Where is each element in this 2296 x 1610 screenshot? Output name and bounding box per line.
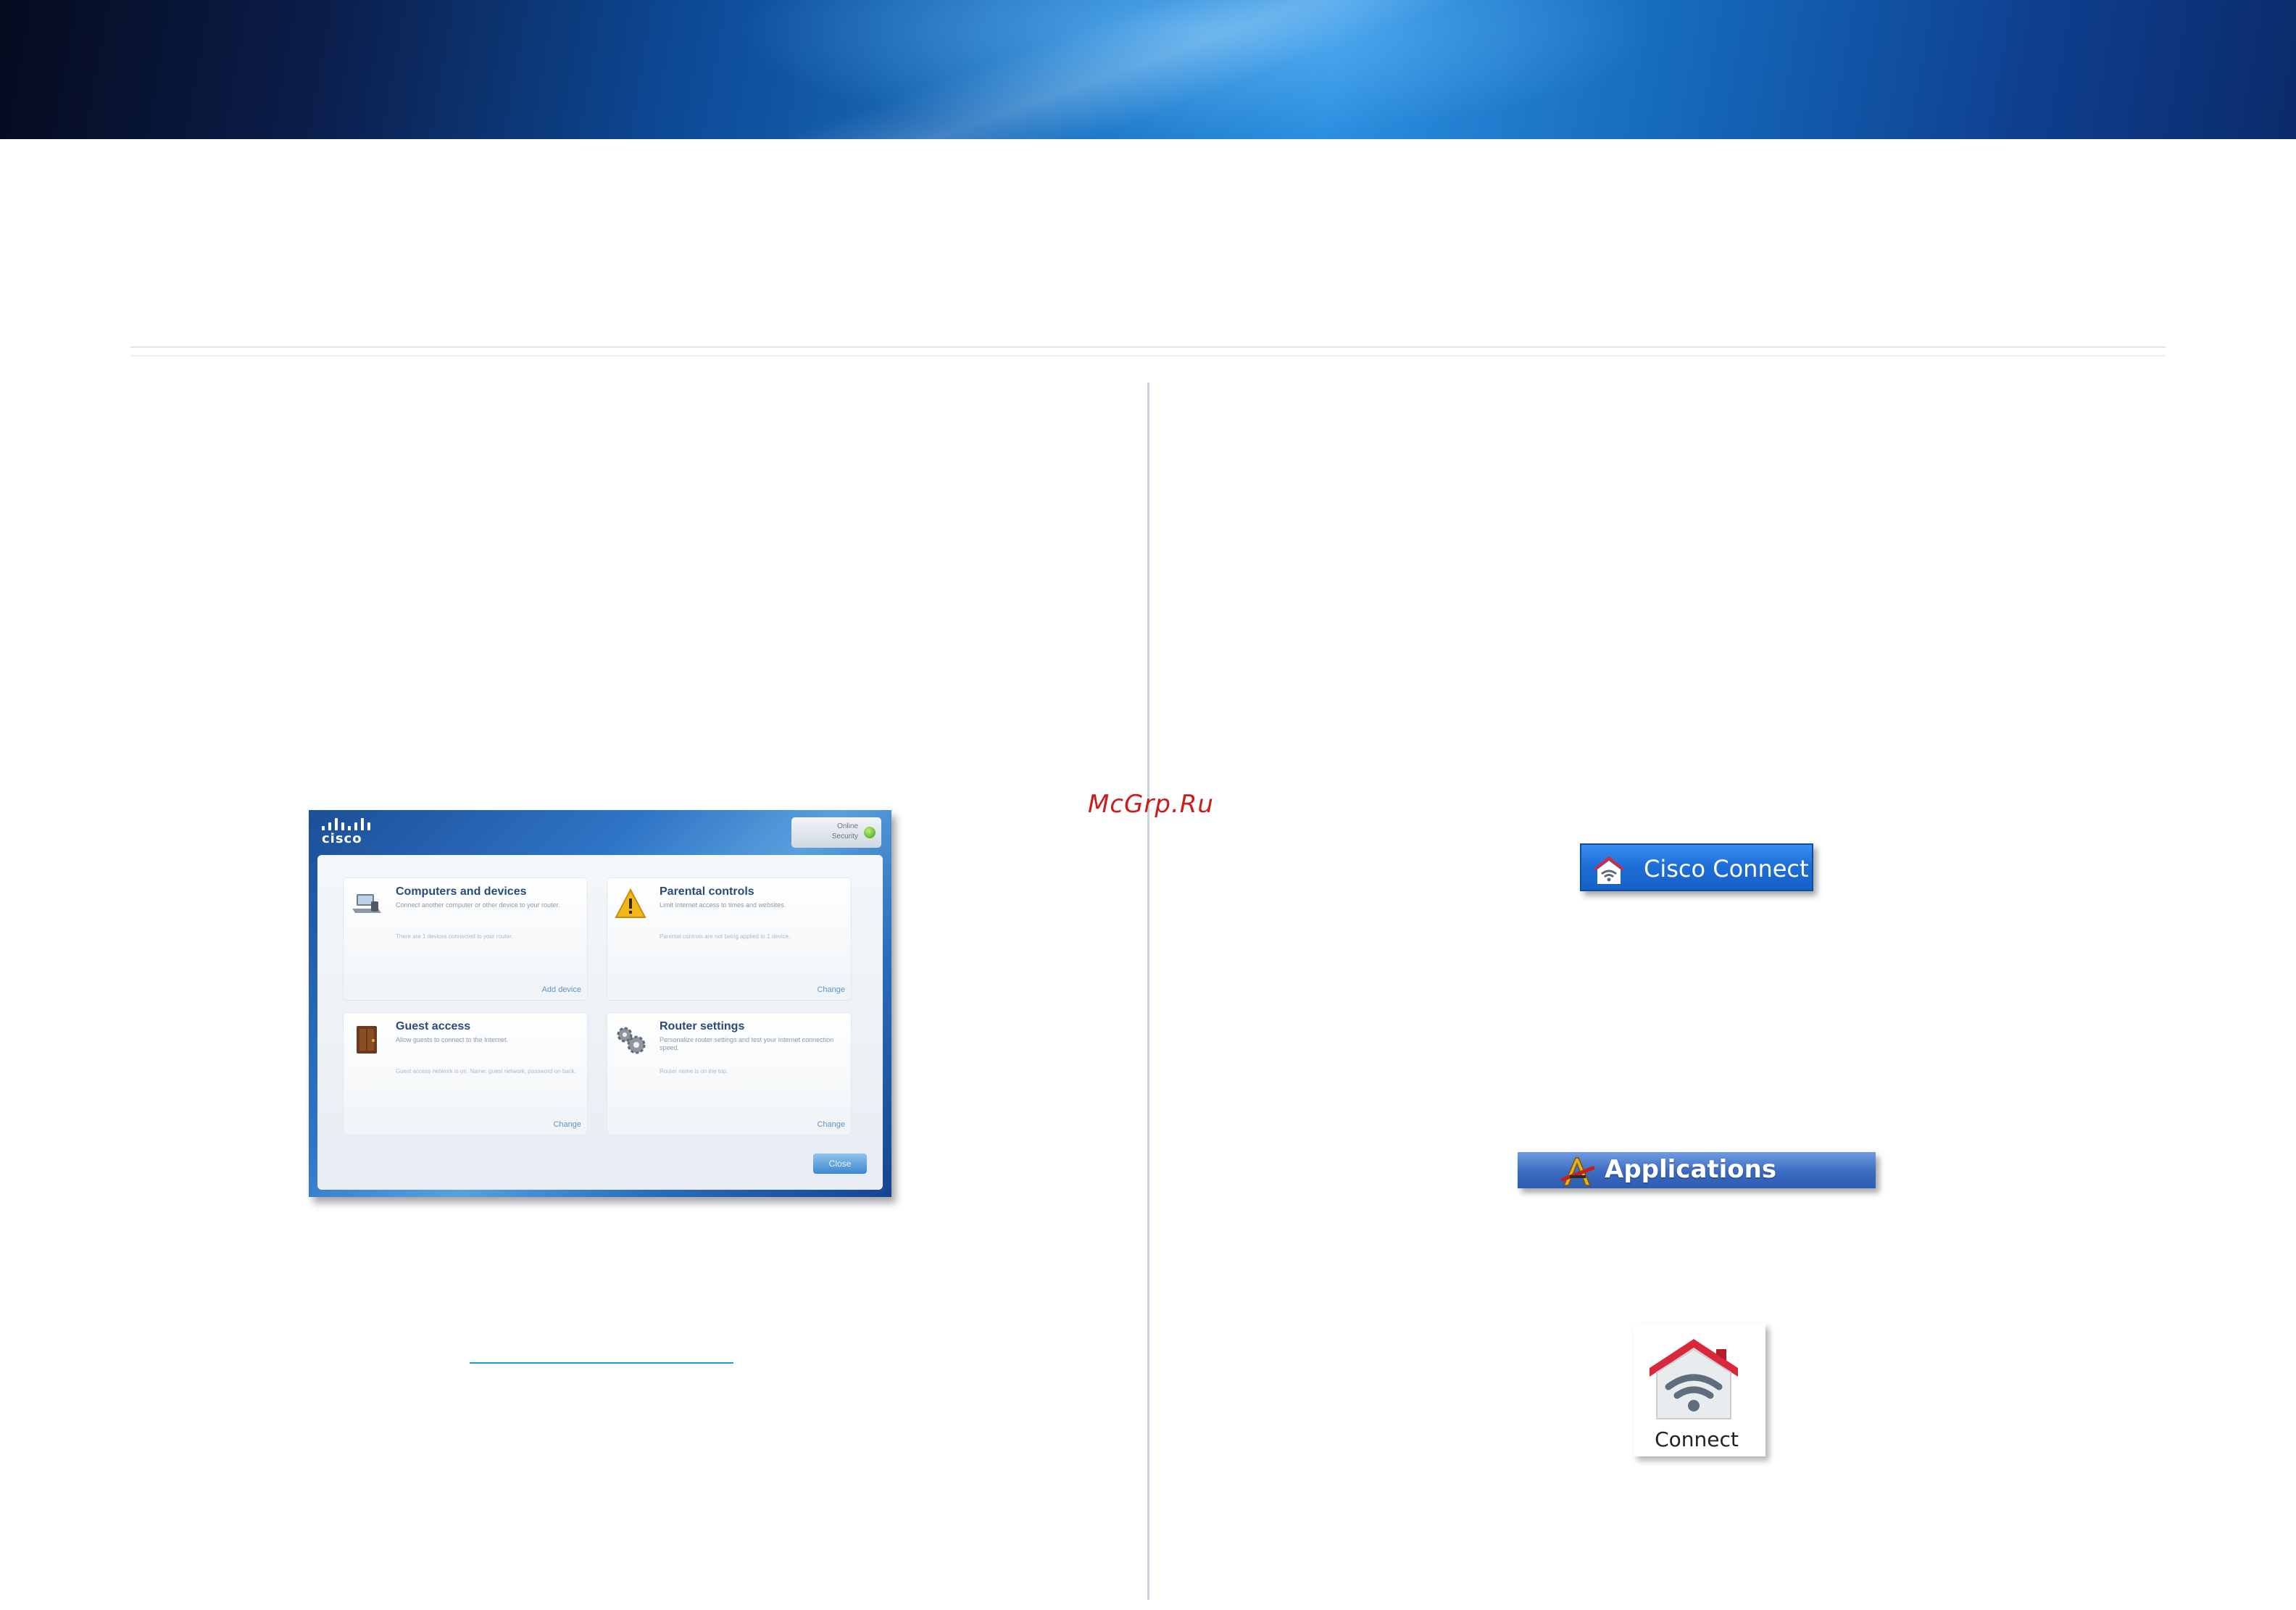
tile-status: Guest access network is on. Name: guest … [396,1068,577,1075]
status-text: Online Security [799,822,858,842]
guest-access-change-link[interactable]: Change [553,1120,581,1129]
tile-title: Computers and devices [396,885,527,898]
tile-guest-access[interactable]: Guest access Allow guests to connect to … [344,1013,587,1135]
tile-title: Router settings [660,1020,745,1033]
status-ok-icon [864,827,875,838]
tile-status: Router name is on the top. [660,1068,728,1075]
applications-folder-icon [1560,1157,1595,1186]
gears-icon [617,1027,646,1054]
add-device-link[interactable]: Add device [542,985,581,994]
tile-description: Allow guests to connect to the Internet. [396,1036,509,1043]
applications-folder-bar[interactable]: Applications [1518,1152,1876,1188]
cisco-connect-window-screenshot: cisco Online Security Computers and devi… [309,810,891,1197]
tile-description: Limit Internet access to times and websi… [660,901,786,909]
cisco-logo-bars-icon [322,817,373,830]
status-line-online: Online [837,822,858,830]
cisco-connect-label: Cisco Connect [1644,855,1809,883]
tile-description: Personalize router settings and test you… [660,1036,834,1051]
home-wifi-icon [1650,1339,1738,1419]
router-settings-change-link[interactable]: Change [817,1120,845,1129]
tile-title: Guest access [396,1020,471,1033]
app-window-header: cisco Online Security [309,810,891,852]
laptop-icon [352,894,381,913]
parental-controls-change-link[interactable]: Change [817,985,845,994]
tile-status: There are 1 devices connected to your ro… [396,933,513,940]
header-banner [0,0,2296,139]
tile-description: Connect another computer or other device… [396,901,560,909]
connect-app-icon[interactable]: Connect [1634,1323,1765,1456]
header-rule [130,346,2166,348]
guest-door-icon [357,1026,377,1054]
status-line-security: Security [831,833,858,841]
hyperlink-underline[interactable] [470,1362,733,1364]
app-window-body: Computers and devices Connect another co… [317,855,883,1190]
cisco-connect-button[interactable]: Cisco Connect [1580,843,1813,891]
cisco-logo-word: cisco [322,831,362,846]
connect-app-label: Connect [1655,1427,1739,1451]
header-rule-secondary [130,355,2166,356]
banner-highlight [797,0,1449,139]
column-divider [1147,383,1149,1600]
home-wifi-icon [1594,856,1623,884]
tile-title: Parental controls [660,885,754,898]
close-button[interactable]: Close [813,1154,867,1174]
tile-parental-controls[interactable]: Parental controls Limit Internet access … [607,878,851,1000]
applications-label: Applications [1605,1155,1777,1184]
cisco-logo: cisco [322,817,380,846]
tile-computers-and-devices[interactable]: Computers and devices Connect another co… [344,878,587,1000]
watermark: McGrp.Ru [1088,790,1214,819]
tile-router-settings[interactable]: Router settings Personalize router setti… [607,1013,851,1135]
warning-icon [615,888,646,918]
tile-status: Parental controls are not being applied … [660,933,791,940]
connection-status-indicator[interactable]: Online Security [791,817,881,848]
